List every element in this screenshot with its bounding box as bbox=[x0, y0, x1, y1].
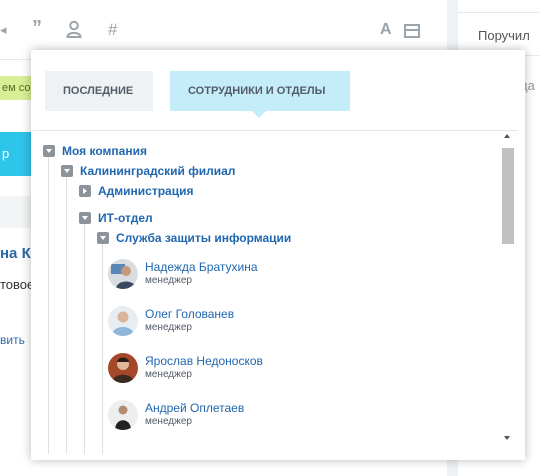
avatar bbox=[108, 353, 138, 383]
scroll-up-icon[interactable] bbox=[504, 134, 510, 138]
employee-name: Олег Голованев bbox=[145, 307, 235, 321]
avatar-image bbox=[108, 306, 138, 336]
employee-role: менеджер bbox=[145, 275, 192, 286]
collapse-toggle-icon[interactable] bbox=[61, 165, 73, 177]
employee-selector-popup: ПОСЛЕДНИЕ СОТРУДНИКИ И ОТДЕЛЫ Моя компан… bbox=[31, 50, 525, 460]
person-icon-svg bbox=[66, 20, 82, 38]
quote-icon[interactable]: ” bbox=[32, 18, 42, 38]
tree-node-label: Моя компания bbox=[62, 144, 147, 158]
department-tree: Моя компания Калининградский филиал Адми… bbox=[33, 130, 518, 454]
tree-node-label: Калининградский филиал bbox=[80, 164, 236, 178]
scrollbar-thumb[interactable] bbox=[502, 148, 514, 244]
employee-role: менеджер bbox=[145, 416, 192, 427]
arrow-left-icon[interactable]: ◂ bbox=[0, 20, 7, 40]
avatar bbox=[108, 400, 138, 430]
tree-guide-line bbox=[66, 171, 67, 454]
tree-guide-line bbox=[102, 238, 103, 454]
avatar-image bbox=[108, 400, 138, 430]
hashtag-icon[interactable]: # bbox=[108, 20, 117, 40]
avatar-image bbox=[108, 259, 138, 289]
tree-node-label: ИТ-отдел bbox=[98, 211, 153, 225]
collapse-toggle-icon[interactable] bbox=[43, 145, 55, 157]
vertical-scrollbar[interactable] bbox=[501, 132, 515, 442]
avatar bbox=[108, 306, 138, 336]
person-icon[interactable] bbox=[66, 20, 82, 44]
employee-name: Андрей Оплетаев bbox=[145, 401, 245, 415]
avatar bbox=[108, 259, 138, 289]
avatar-image bbox=[108, 353, 138, 383]
collapse-toggle-icon[interactable] bbox=[79, 212, 91, 224]
employee-role: менеджер bbox=[145, 369, 192, 380]
employee-name: Надежда Братухина bbox=[145, 260, 258, 274]
tree-node-label: Администрация bbox=[98, 184, 194, 198]
tab-recent[interactable]: ПОСЛЕДНИЕ bbox=[45, 71, 153, 111]
panel-icon[interactable] bbox=[404, 24, 420, 38]
tab-employees-departments[interactable]: СОТРУДНИКИ И ОТДЕЛЫ bbox=[170, 71, 350, 118]
employee-role: менеджер bbox=[145, 322, 192, 333]
font-icon[interactable]: A bbox=[380, 20, 392, 40]
scroll-down-icon[interactable] bbox=[504, 436, 510, 440]
right-panel-title: Поручил bbox=[478, 28, 530, 43]
tree-guide-line bbox=[48, 151, 49, 454]
expand-toggle-icon[interactable] bbox=[79, 185, 91, 197]
tree-node-label: Служба защиты информации bbox=[116, 231, 292, 245]
employee-name: Ярослав Недоносков bbox=[145, 354, 263, 368]
tree-guide-line bbox=[84, 218, 85, 454]
collapse-toggle-icon[interactable] bbox=[97, 232, 109, 244]
